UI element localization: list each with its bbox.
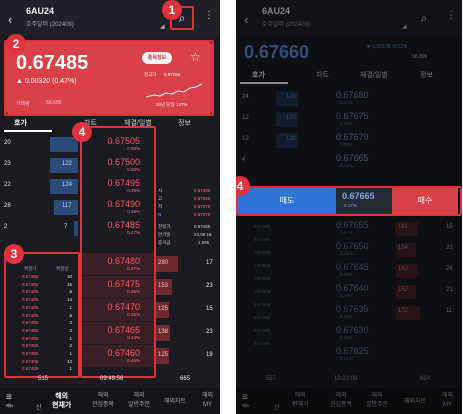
badge-1: 1 [162,0,182,20]
low-value: 0.67370 [194,204,211,209]
ask-count: 20 [4,140,11,146]
bid-count: 23 [206,283,213,289]
orderbook-totals: 515 09:49:56 665 [0,376,220,388]
bid-count: 19 [206,352,213,358]
n-label: N [158,212,162,217]
bid-count: 17 [206,260,213,266]
badge-3: 3 [4,244,24,264]
expiry-label: 만기일 [158,232,171,237]
tab-info[interactable]: 정보 [178,118,191,128]
left-screen: ‹ 6AU24 호주달러 (202409) ◢ ⌕ ⋮ 0.67485 ▲ 0.… [0,0,220,414]
menu-button[interactable]: ≡ 메뉴 [6,392,22,410]
high-value: 0.67565 [194,196,211,201]
low-label: 저 [158,204,163,209]
price-card-highlight [4,40,214,116]
nav-watchlist[interactable]: 해외 관심종목 [92,392,114,410]
badge-4: 4 [72,122,92,142]
nav-prefix: 산 [36,405,42,411]
dropdown-caret-icon[interactable]: ◢ [160,23,165,30]
ask-qty: 122 [62,161,73,167]
prev-close-value: 0.67165 [194,224,211,229]
tab-orderbook[interactable]: 호가 [14,118,27,128]
back-icon[interactable]: ‹ [8,12,12,27]
n-value: 0.67370 [194,212,211,217]
bottom-nav: ≡ 메뉴 산 해외 현재가 해외 관심종목 해외 일반주문 해외차트 해외 MY [0,388,220,414]
bid-qty: 153 [158,283,169,289]
margin-label: 증거금 [158,240,171,245]
ask-count: 23 [4,161,11,167]
symbol-title[interactable]: 6AU24 [26,6,54,16]
more-icon[interactable]: ⋮ [204,10,214,21]
margin-value: 1,595 [198,240,210,245]
ask-count: 2 [4,224,8,230]
open-value: 0.67485 [194,188,211,193]
ask-qty-bar [50,137,78,152]
order-bar-highlight [236,186,462,216]
right-screen: ‹ 6AU24 호주달러 (202409) ◢ ⌕ ⋮ 0.67660 ▼ 0.… [236,0,462,414]
ask-count: 28 [4,203,11,209]
bid-qty: 138 [158,329,169,335]
badge-2: 2 [6,34,26,54]
high-label: 고 [158,196,163,201]
hamburger-icon: ≡ [6,392,12,403]
bid-count: 23 [206,329,213,335]
ask-total: 515 [38,376,49,382]
menu-label: 메뉴 [6,403,14,408]
open-label: 시 [158,188,163,193]
nav-order[interactable]: 해외 일반주문 [128,392,150,410]
symbol-subtitle: 호주달러 (202409) [26,22,74,28]
bid-qty: 280 [158,260,169,266]
prev-close-label: 전일가 [158,224,171,229]
ask-qty: 117 [62,203,72,209]
nav-my[interactable]: 해외 MY [202,392,213,410]
trades-highlight [4,252,80,378]
bid-qty: 125 [158,352,169,358]
tab-indicator [4,130,52,132]
expiry-value: 24.09.16 [194,232,212,237]
bid-qty: 125 [158,306,169,312]
ask-qty-bar [74,221,78,236]
server-time: 09:49:56 [100,376,124,382]
ask-qty: 7 [64,224,68,230]
bid-total: 665 [180,376,191,382]
nav-current-price[interactable]: 해외 현재가 [52,392,71,410]
ask-qty: 124 [62,182,73,188]
bid-count: 15 [206,306,213,312]
nav-chart[interactable]: 해외차트 [164,396,186,405]
ask-count: 22 [4,182,11,188]
orderbook-highlight [80,126,156,378]
